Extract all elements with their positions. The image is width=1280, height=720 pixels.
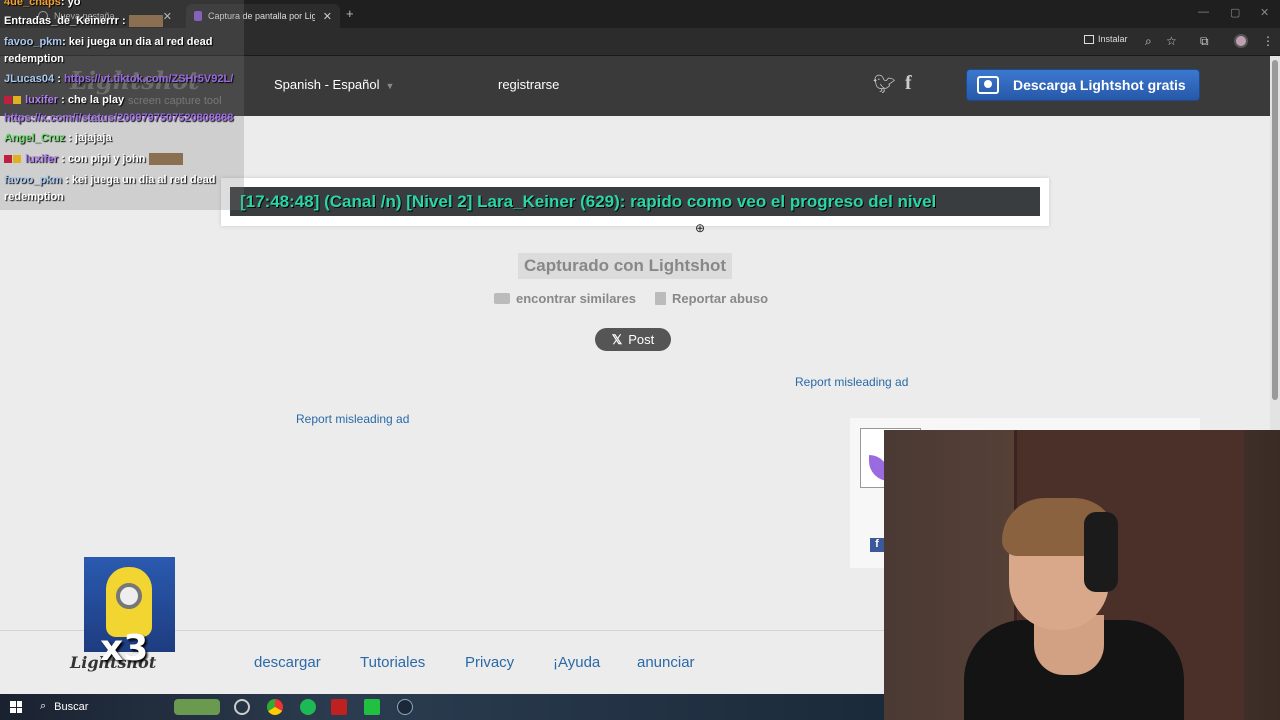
captured-label: Capturado con Lightshot	[518, 253, 733, 279]
footer-link-tutorials[interactable]: Tutoriales	[360, 654, 425, 671]
chat-message: redemption	[4, 191, 64, 203]
chat-message: redemption	[4, 53, 64, 65]
new-tab-icon[interactable]: +	[346, 6, 354, 21]
clock-app-icon[interactable]	[234, 699, 250, 715]
minimize-icon[interactable]: —	[1198, 6, 1209, 18]
zoom-icon[interactable]: ⌕	[1145, 34, 1152, 49]
x-post-button[interactable]: 𝕏 Post	[595, 328, 671, 351]
clipboard-icon	[655, 292, 666, 305]
screenshot-frame: [17:48:48] (Canal /n) [Nivel 2] Lara_Kei…	[221, 178, 1049, 226]
download-icon	[977, 76, 999, 94]
chat-message: favoo_pkm: kei juega un dia al red dead	[4, 36, 213, 48]
chat-message: luxifer : che la play	[4, 94, 124, 106]
report-ad-link-left[interactable]: Report misleading ad	[296, 412, 409, 426]
footer-link-privacy[interactable]: Privacy	[465, 654, 514, 671]
footer-link-advertise[interactable]: anunciar	[637, 654, 695, 671]
install-button[interactable]: Instalar	[1084, 34, 1128, 44]
x-logo-icon: 𝕏	[611, 331, 623, 347]
twitter-icon[interactable]: 🐦︎	[873, 74, 896, 95]
windows-taskbar: ⌕ Buscar	[0, 694, 884, 720]
camera-icon	[494, 293, 510, 304]
badge-icon	[13, 155, 21, 164]
close-icon[interactable]: ✕	[323, 10, 332, 23]
maximize-icon[interactable]: ▢	[1230, 6, 1240, 19]
green-app-icon[interactable]	[364, 699, 380, 715]
scrollbar-thumb[interactable]	[1272, 60, 1278, 400]
profile-avatar[interactable]	[1234, 34, 1248, 48]
search-icon: ⌕	[40, 700, 47, 712]
chat-message: 4ue_chaps: yo	[4, 0, 81, 8]
install-icon	[1084, 34, 1094, 44]
badge-icon	[4, 155, 12, 164]
chrome-icon[interactable]	[267, 699, 283, 715]
badge-icon	[13, 96, 21, 105]
chat-message: luxifer : con pipi y john	[4, 153, 183, 166]
register-link[interactable]: registrarse	[498, 77, 559, 92]
steam-icon[interactable]	[397, 699, 413, 715]
find-similar-link[interactable]: encontrar similares	[494, 291, 636, 306]
minion-goggle	[116, 583, 142, 609]
zoom-cursor-icon: ⊕	[695, 221, 706, 235]
chat-message: JLucas04 : https://vt.tiktok.com/ZSHr5V9…	[4, 73, 234, 85]
emote-image	[128, 15, 163, 28]
multiplier-overlay: x3	[100, 628, 149, 669]
chat-message: Entradas_de_Keinerrr :	[4, 15, 163, 28]
report-abuse-link[interactable]: Reportar abuso	[655, 291, 768, 306]
facebook-share-icon[interactable]: f	[870, 538, 884, 552]
facebook-icon[interactable]: f	[905, 72, 912, 95]
close-window-icon[interactable]: ✕	[1260, 6, 1269, 19]
stream-chat-overlay: 4ue_chaps: yo Entradas_de_Keinerrr : fav…	[0, 0, 244, 210]
voice-app-icon[interactable]	[331, 699, 347, 715]
windows-start-icon[interactable]	[10, 701, 22, 713]
badge-icon	[4, 96, 12, 105]
taskbar-search[interactable]: ⌕ Buscar	[40, 700, 88, 713]
chat-message: Angel_Cruz : jajajaja	[4, 132, 112, 144]
minion-body	[106, 567, 152, 637]
download-button[interactable]: Descarga Lightshot gratis	[966, 69, 1200, 101]
weather-widget-icon[interactable]	[174, 699, 220, 715]
footer-link-help[interactable]: ¡Ayuda	[553, 654, 600, 671]
webcam-feed	[884, 430, 1280, 720]
spotify-icon[interactable]	[300, 699, 316, 715]
headset-icon	[1084, 512, 1118, 592]
menu-dots-icon[interactable]: ⋮	[1262, 34, 1274, 48]
chat-message: favoo_pkm : kei juega un dia al red dead	[4, 174, 216, 186]
emote-image	[148, 153, 183, 166]
report-ad-link-right[interactable]: Report misleading ad	[795, 375, 908, 389]
chat-message: https://x.com/i/status/20097975075208088…	[4, 112, 234, 124]
caret-down-icon: ▼	[385, 81, 395, 91]
screenshot-image[interactable]: [17:48:48] (Canal /n) [Nivel 2] Lara_Kei…	[230, 187, 1040, 216]
language-select[interactable]: Spanish - Español ▼	[274, 77, 394, 92]
star-icon[interactable]: ☆	[1166, 34, 1177, 48]
footer-link-download[interactable]: descargar	[254, 654, 321, 671]
extensions-icon[interactable]: ⧉	[1200, 34, 1209, 49]
